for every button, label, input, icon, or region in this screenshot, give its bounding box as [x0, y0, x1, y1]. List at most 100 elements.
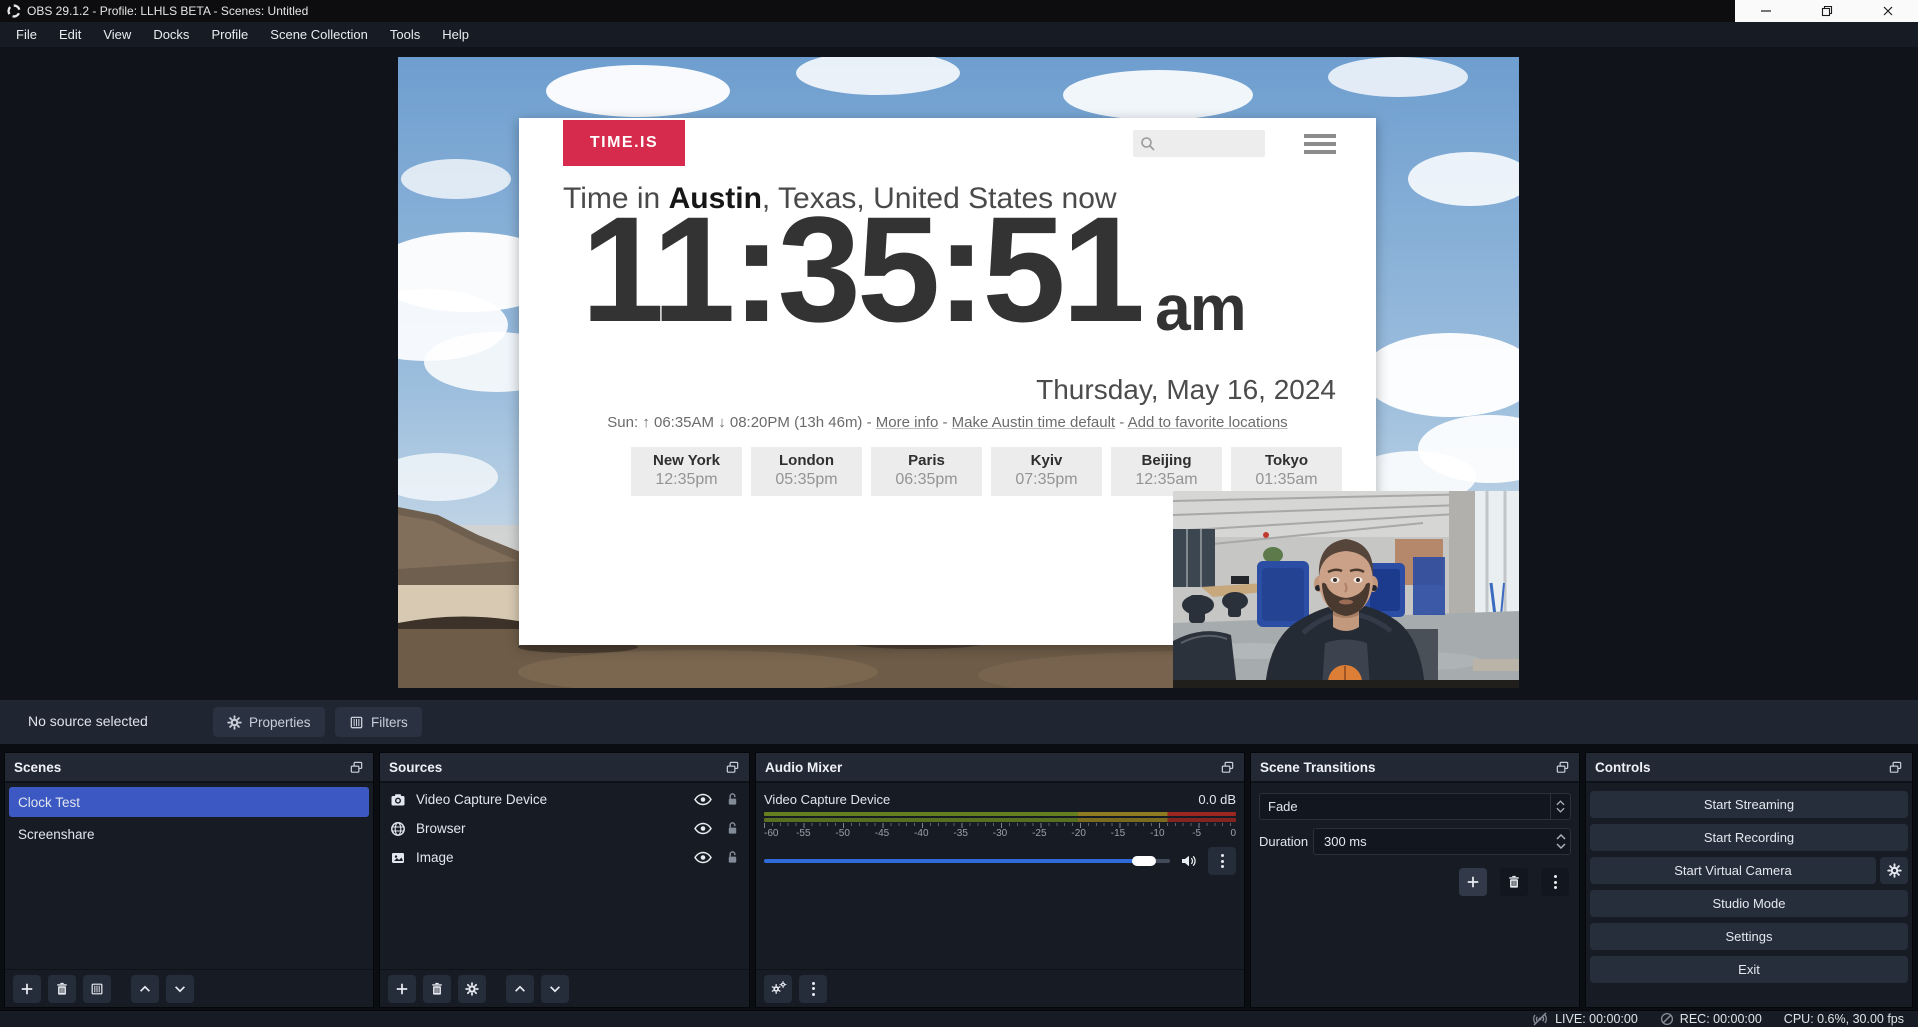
audio-mixer-title: Audio Mixer — [765, 760, 842, 775]
city-london[interactable]: London05:35pm — [751, 447, 862, 496]
chevron-down-icon — [173, 982, 187, 996]
add-favorite-link[interactable]: Add to favorite locations — [1128, 414, 1288, 431]
trash-icon — [1507, 875, 1521, 889]
clock-meridiem: am — [1155, 276, 1246, 340]
studio-mode-button[interactable]: Studio Mode — [1590, 890, 1908, 917]
filter-icon — [349, 715, 364, 730]
spin-down-icon[interactable] — [1556, 843, 1566, 849]
city-tokyo[interactable]: Tokyo01:35am — [1231, 447, 1342, 496]
menu-edit[interactable]: Edit — [48, 22, 92, 47]
duration-spinbox[interactable]: 300 ms — [1313, 828, 1571, 855]
advanced-audio-button[interactable] — [764, 975, 792, 1003]
restore-button[interactable] — [1796, 0, 1857, 22]
trash-icon — [430, 982, 444, 996]
add-transition-button[interactable] — [1459, 868, 1487, 896]
lock-icon[interactable] — [726, 821, 739, 836]
current-date: Thursday, May 16, 2024 — [1036, 374, 1336, 406]
lock-icon[interactable] — [726, 850, 739, 865]
close-button[interactable] — [1857, 0, 1918, 22]
mixer-channel-menu-button[interactable] — [1208, 847, 1236, 875]
visibility-eye-icon[interactable] — [694, 851, 712, 864]
gear-icon — [465, 982, 479, 996]
kebab-icon — [1221, 854, 1224, 868]
source-properties-button[interactable] — [458, 975, 486, 1003]
volume-slider-handle[interactable] — [1132, 856, 1156, 866]
program-canvas[interactable]: TIME.IS Time in Austin, Texas, United St… — [398, 57, 1519, 688]
transition-select[interactable]: Fade — [1259, 793, 1571, 820]
scene-item-clock-test[interactable]: Clock Test — [9, 787, 369, 817]
properties-button[interactable]: Properties — [213, 707, 325, 737]
volume-slider[interactable] — [764, 859, 1170, 863]
add-scene-button[interactable] — [13, 975, 41, 1003]
timeis-logo[interactable]: TIME.IS — [563, 120, 685, 166]
stream-inactive-icon — [1531, 1012, 1549, 1026]
more-info-link[interactable]: More info — [876, 414, 939, 431]
remove-transition-button[interactable] — [1500, 868, 1528, 896]
mixer-menu-button[interactable] — [799, 975, 827, 1003]
volume-meter — [764, 812, 1236, 816]
obs-window: OBS 29.1.2 - Profile: LLHLS BETA - Scene… — [0, 0, 1918, 1027]
scenes-title: Scenes — [14, 760, 61, 775]
add-source-button[interactable] — [388, 975, 416, 1003]
source-move-up-button[interactable] — [506, 975, 534, 1003]
source-move-down-button[interactable] — [541, 975, 569, 1003]
filter-icon — [90, 982, 104, 996]
menu-view[interactable]: View — [92, 22, 142, 47]
popout-icon[interactable] — [725, 760, 740, 775]
city-beijing[interactable]: Beijing12:35am — [1111, 447, 1222, 496]
search-input[interactable] — [1133, 130, 1265, 157]
controls-title: Controls — [1595, 760, 1651, 775]
title-bar[interactable]: OBS 29.1.2 - Profile: LLHLS BETA - Scene… — [0, 0, 1918, 22]
settings-button[interactable]: Settings — [1590, 923, 1908, 950]
sources-title: Sources — [389, 760, 442, 775]
lock-icon[interactable] — [726, 792, 739, 807]
transition-menu-button[interactable] — [1541, 868, 1569, 896]
city-new-york[interactable]: New York12:35pm — [631, 447, 742, 496]
minimize-button[interactable] — [1735, 0, 1796, 22]
transitions-title: Scene Transitions — [1260, 760, 1376, 775]
select-arrows-icon — [1550, 794, 1570, 819]
start-recording-button[interactable]: Start Recording — [1590, 824, 1908, 851]
city-kyiv[interactable]: Kyiv07:35pm — [991, 447, 1102, 496]
image-icon — [390, 850, 406, 866]
scene-move-up-button[interactable] — [131, 975, 159, 1003]
start-virtual-camera-button[interactable]: Start Virtual Camera — [1590, 857, 1876, 884]
audio-mixer-dock: Audio Mixer Video Capture Device 0.0 dB … — [755, 752, 1245, 1008]
mixer-channel-name: Video Capture Device — [764, 792, 890, 807]
menu-file[interactable]: File — [5, 22, 48, 47]
menu-scene-collection[interactable]: Scene Collection — [259, 22, 379, 47]
visibility-eye-icon[interactable] — [694, 822, 712, 835]
city-paris[interactable]: Paris06:35pm — [871, 447, 982, 496]
exit-button[interactable]: Exit — [1590, 956, 1908, 983]
remove-scene-button[interactable] — [48, 975, 76, 1003]
remove-source-button[interactable] — [423, 975, 451, 1003]
sun-info-line: Sun: ↑ 06:35AM ↓ 08:20PM (13h 46m) - Mor… — [519, 414, 1376, 431]
start-streaming-button[interactable]: Start Streaming — [1590, 791, 1908, 818]
menu-help[interactable]: Help — [431, 22, 480, 47]
source-item-browser[interactable]: Browser — [380, 814, 749, 843]
popout-icon[interactable] — [1220, 760, 1235, 775]
popout-icon[interactable] — [349, 760, 364, 775]
visibility-eye-icon[interactable] — [694, 793, 712, 806]
menu-profile[interactable]: Profile — [200, 22, 259, 47]
rec-status: REC: 00:00:00 — [1660, 1012, 1762, 1026]
scene-item-screenshare[interactable]: Screenshare — [9, 819, 369, 849]
speaker-icon[interactable] — [1180, 853, 1198, 869]
filters-button[interactable]: Filters — [335, 707, 422, 737]
popout-icon[interactable] — [1555, 760, 1570, 775]
window-controls — [1735, 0, 1918, 22]
menu-docks[interactable]: Docks — [142, 22, 200, 47]
gear-icon — [227, 715, 242, 730]
menu-icon[interactable] — [1304, 134, 1336, 154]
spin-up-icon[interactable] — [1556, 834, 1566, 840]
source-item-video-capture[interactable]: Video Capture Device — [380, 785, 749, 814]
controls-dock: Controls Start Streaming Start Recording… — [1585, 752, 1913, 1008]
popout-icon[interactable] — [1888, 760, 1903, 775]
scene-filters-button[interactable] — [83, 975, 111, 1003]
scene-move-down-button[interactable] — [166, 975, 194, 1003]
virtual-camera-config-button[interactable] — [1880, 857, 1908, 884]
menu-tools[interactable]: Tools — [379, 22, 431, 47]
gear-icon — [1887, 863, 1902, 878]
source-item-image[interactable]: Image — [380, 843, 749, 872]
make-default-link[interactable]: Make Austin time default — [952, 414, 1115, 431]
